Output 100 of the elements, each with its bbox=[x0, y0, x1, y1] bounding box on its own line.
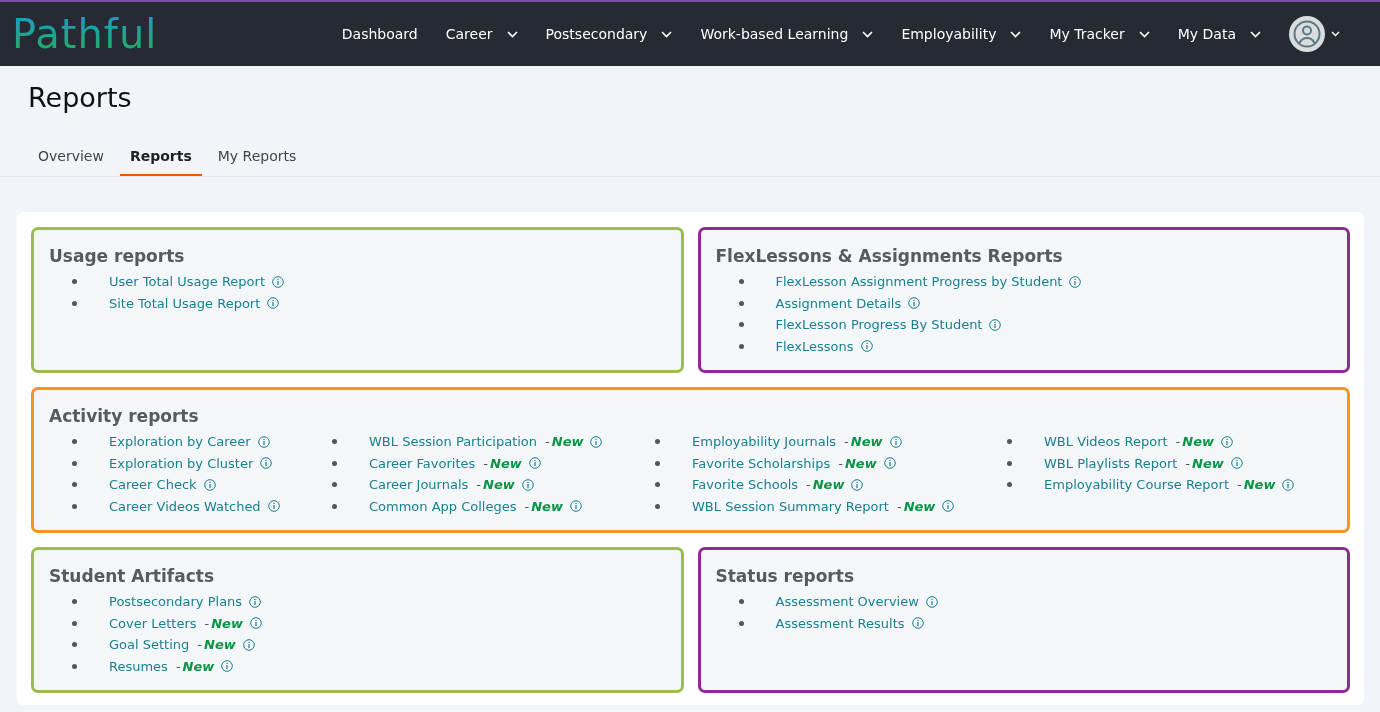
bullet-icon bbox=[72, 599, 77, 605]
new-label: New bbox=[1243, 476, 1276, 495]
info-icon[interactable] bbox=[1282, 478, 1295, 491]
report-link[interactable]: Career Favorites bbox=[369, 453, 476, 474]
report-link[interactable]: FlexLesson Assignment Progress by Student bbox=[775, 271, 1063, 292]
info-icon[interactable] bbox=[860, 340, 873, 353]
info-icon[interactable] bbox=[569, 500, 582, 513]
info-icon[interactable] bbox=[242, 638, 255, 651]
report-link[interactable]: Employability Journals bbox=[692, 431, 837, 452]
nav-menu-item[interactable]: Work-based Learning bbox=[700, 23, 874, 45]
info-icon[interactable] bbox=[221, 660, 234, 673]
report-link[interactable]: Employability Course Report bbox=[1044, 475, 1229, 495]
dash-separator: - bbox=[1185, 454, 1191, 473]
chevron-down-icon bbox=[1331, 31, 1340, 37]
info-icon[interactable] bbox=[908, 297, 921, 310]
report-link[interactable]: Career Journals bbox=[369, 475, 469, 495]
new-label: New bbox=[531, 497, 563, 516]
bullet-icon bbox=[72, 663, 77, 669]
info-icon[interactable] bbox=[521, 478, 534, 491]
nav-menu-item[interactable]: My Tracker bbox=[1049, 23, 1150, 45]
nav-menu-item[interactable]: Dashboard bbox=[341, 23, 418, 45]
bullet-icon bbox=[738, 322, 744, 328]
report-link[interactable]: Career Videos Watched bbox=[109, 496, 261, 517]
bullet-icon bbox=[655, 439, 660, 445]
info-icon[interactable] bbox=[249, 595, 262, 608]
info-icon[interactable] bbox=[1230, 457, 1243, 470]
report-link[interactable]: FlexLessons bbox=[775, 336, 854, 357]
bullet-icon bbox=[1007, 460, 1012, 466]
info-icon[interactable] bbox=[1069, 275, 1082, 288]
bullet-icon bbox=[655, 460, 660, 466]
bullet-icon bbox=[1007, 482, 1012, 488]
bullet-icon bbox=[655, 503, 660, 509]
new-label: New bbox=[850, 432, 883, 451]
dash-separator: - bbox=[175, 657, 181, 676]
report-link[interactable]: WBL Playlists Report bbox=[1044, 453, 1178, 474]
report-link[interactable]: Cover Letters bbox=[109, 613, 197, 634]
bullet-icon bbox=[1007, 439, 1012, 445]
new-label: New bbox=[903, 497, 936, 516]
info-icon[interactable] bbox=[942, 500, 955, 513]
tab[interactable]: My Reports bbox=[207, 138, 307, 177]
report-link[interactable]: User Total Usage Report bbox=[109, 271, 265, 292]
dash-separator: - bbox=[844, 432, 849, 451]
nav-menu-item[interactable]: Employability bbox=[901, 23, 1022, 45]
report-link[interactable]: Favorite Schools bbox=[692, 475, 798, 495]
report-link[interactable]: Assignment Details bbox=[775, 293, 902, 314]
section-title: Activity reports bbox=[49, 405, 200, 429]
info-icon[interactable] bbox=[989, 318, 1002, 331]
info-icon[interactable] bbox=[851, 478, 864, 491]
new-label: New bbox=[1192, 454, 1224, 473]
info-icon[interactable] bbox=[889, 435, 902, 448]
report-link[interactable]: Exploration by Cluster bbox=[109, 453, 254, 474]
info-icon[interactable] bbox=[883, 457, 896, 470]
dash-separator: - bbox=[1175, 432, 1181, 451]
info-icon[interactable] bbox=[528, 457, 541, 470]
dash-separator: - bbox=[545, 432, 550, 451]
user-menu-button[interactable] bbox=[1289, 16, 1340, 52]
section-title: Usage reports bbox=[49, 245, 186, 269]
info-icon[interactable] bbox=[257, 435, 270, 448]
bullet-icon bbox=[738, 300, 744, 306]
report-link[interactable]: Site Total Usage Report bbox=[109, 293, 261, 314]
new-label: New bbox=[204, 636, 236, 655]
tab[interactable]: Overview bbox=[28, 138, 114, 177]
tab[interactable]: Reports bbox=[119, 138, 202, 177]
nav-menu-item[interactable]: Postsecondary bbox=[545, 23, 673, 45]
report-link[interactable]: FlexLesson Progress By Student bbox=[775, 315, 983, 335]
report-link[interactable]: Career Check bbox=[109, 475, 197, 495]
bullet-icon bbox=[332, 503, 337, 509]
info-icon[interactable] bbox=[911, 617, 924, 630]
nav-menu-item[interactable]: Career bbox=[445, 23, 518, 45]
report-link[interactable]: WBL Session Participation bbox=[369, 431, 538, 452]
report-link[interactable]: WBL Videos Report bbox=[1044, 431, 1168, 452]
dash-separator: - bbox=[483, 454, 488, 473]
report-link[interactable]: Exploration by Career bbox=[109, 431, 251, 452]
info-icon[interactable] bbox=[925, 595, 938, 608]
info-icon[interactable] bbox=[590, 435, 603, 448]
report-link[interactable]: Assessment Results bbox=[775, 613, 905, 634]
report-link[interactable]: Favorite Scholarships bbox=[692, 453, 831, 474]
report-link[interactable]: Resumes bbox=[109, 656, 168, 677]
dash-separator: - bbox=[1237, 476, 1242, 495]
section-title: FlexLessons & Assignments Reports bbox=[715, 245, 1064, 269]
bullet-icon bbox=[655, 482, 660, 488]
info-icon[interactable] bbox=[267, 297, 280, 310]
bullet-icon bbox=[72, 279, 77, 285]
nav-menu-item[interactable]: My Data bbox=[1177, 23, 1261, 45]
report-link[interactable]: Goal Setting bbox=[109, 635, 190, 655]
info-icon[interactable] bbox=[249, 617, 262, 630]
report-link[interactable]: WBL Session Summary Report bbox=[692, 496, 889, 517]
report-link[interactable]: Assessment Overview bbox=[775, 591, 919, 612]
section-title: Student Artifacts bbox=[49, 565, 215, 589]
info-icon[interactable] bbox=[1221, 435, 1233, 448]
info-icon[interactable] bbox=[260, 457, 273, 470]
bullet-icon bbox=[738, 620, 744, 626]
report-link[interactable]: Common App Colleges bbox=[369, 496, 517, 517]
info-icon[interactable] bbox=[203, 478, 216, 491]
info-icon[interactable] bbox=[272, 275, 284, 288]
new-label: New bbox=[490, 454, 522, 473]
info-icon[interactable] bbox=[267, 500, 280, 513]
dash-separator: - bbox=[806, 476, 811, 495]
page-title: Reports bbox=[28, 82, 133, 115]
report-link[interactable]: Postsecondary Plans bbox=[109, 591, 243, 612]
